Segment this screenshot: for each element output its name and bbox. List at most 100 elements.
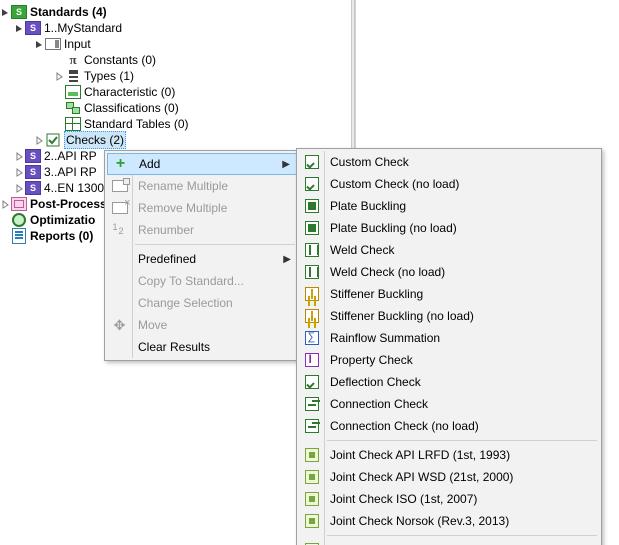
submenu-item-joint-wsd[interactable]: Joint Check API WSD (21st, 2000) <box>299 466 599 488</box>
menu-label: Connection Check (no load) <box>324 419 479 433</box>
expand-icon[interactable] <box>34 132 45 148</box>
menu-label: Stiffener Buckling <box>324 287 423 301</box>
tree-row-classifications[interactable]: Classifications (0) <box>0 100 355 116</box>
submenu-item-connection-check[interactable]: Connection Check <box>299 393 599 415</box>
table-icon <box>65 116 81 132</box>
collapse-icon[interactable] <box>14 20 25 36</box>
tree-row-constants[interactable]: π Constants (0) <box>0 52 355 68</box>
submenu-item-iconnection[interactable]: I-Connection Check (EN 1993-1-8, Ch 6) b… <box>299 539 599 545</box>
joint-icon <box>299 466 324 488</box>
pi-icon: π <box>65 52 81 68</box>
plus-icon: + <box>108 153 133 175</box>
menu-item-remove: Remove Multiple <box>107 197 297 219</box>
submenu-item-plate-buckling-no-load[interactable]: Plate Buckling (no load) <box>299 217 599 239</box>
tree-row-input[interactable]: Input <box>0 36 355 52</box>
menu-item-predefined[interactable]: Predefined ▶ <box>107 248 297 270</box>
property-icon: I <box>299 349 324 371</box>
menu-label: Rainflow Summation <box>324 331 440 345</box>
submenu-arrow-icon: ▶ <box>283 248 291 270</box>
menu-label: Plate Buckling (no load) <box>324 221 457 235</box>
expand-icon[interactable] <box>14 148 25 164</box>
tree-label: Types (1) <box>84 68 134 84</box>
plate-icon <box>299 217 324 239</box>
submenu-item-weld-check-no-load[interactable]: Weld Check (no load) <box>299 261 599 283</box>
expand-icon[interactable] <box>14 164 25 180</box>
menu-separator <box>135 244 295 245</box>
menu-label: Weld Check <box>324 243 394 257</box>
expand-placeholder <box>54 84 65 100</box>
connection-icon <box>299 393 324 415</box>
weld-icon <box>299 239 324 261</box>
expand-icon[interactable] <box>14 180 25 196</box>
menu-label: Add <box>133 157 160 171</box>
expand-placeholder <box>0 212 11 228</box>
submenu-item-weld-check[interactable]: Weld Check <box>299 239 599 261</box>
standard-icon: S <box>25 180 41 196</box>
tree-row-standard-tables[interactable]: Standard Tables (0) <box>0 116 355 132</box>
menu-separator <box>327 440 597 441</box>
remove-icon <box>107 197 132 219</box>
submenu-item-joint-iso[interactable]: Joint Check ISO (1st, 2007) <box>299 488 599 510</box>
expand-icon[interactable] <box>0 196 11 212</box>
collapse-icon[interactable] <box>34 36 45 52</box>
menu-label: Copy To Standard... <box>132 274 244 288</box>
check-icon <box>299 371 324 393</box>
characteristic-icon <box>65 84 81 100</box>
tree-label: Classifications (0) <box>84 100 179 116</box>
stiffener-icon <box>299 305 324 327</box>
list-icon <box>65 68 81 84</box>
submenu-item-connection-check-no-load[interactable]: Connection Check (no load) <box>299 415 599 437</box>
tree-label: 2..API RP <box>44 148 97 164</box>
menu-separator <box>327 535 597 536</box>
menu-label: Remove Multiple <box>132 201 227 215</box>
post-process-icon <box>11 196 27 212</box>
menu-label: Property Check <box>324 353 413 367</box>
tree-label: Standard Tables (0) <box>84 116 189 132</box>
tree-row-checks[interactable]: Checks (2) <box>0 132 355 148</box>
submenu-item-property-check[interactable]: I Property Check <box>299 349 599 371</box>
joint-icon <box>299 510 324 532</box>
menu-item-add[interactable]: + Add ▶ <box>107 153 297 175</box>
stiffener-icon <box>299 283 324 305</box>
submenu-item-stiffener-buckling[interactable]: Stiffener Buckling <box>299 283 599 305</box>
tree-row-standards[interactable]: S Standards (4) <box>0 4 355 20</box>
classifications-icon <box>65 100 81 116</box>
tree-row-mystandard[interactable]: S 1..MyStandard <box>0 20 355 36</box>
expand-placeholder <box>54 100 65 116</box>
menu-label: Connection Check <box>324 397 428 411</box>
tree-row-characteristic[interactable]: Characteristic (0) <box>0 84 355 100</box>
tree-row-types[interactable]: Types (1) <box>0 68 355 84</box>
icon-placeholder <box>107 270 132 292</box>
menu-label: Move <box>132 318 167 332</box>
tree-label-selected: Checks (2) <box>64 131 126 149</box>
menu-label: Joint Check API WSD (21st, 2000) <box>324 470 513 484</box>
tree-pane: S Standards (4) S 1..MyStandard Input π … <box>0 0 355 545</box>
tree-label: 1..MyStandard <box>44 20 122 36</box>
menu-item-clear-results[interactable]: Clear Results <box>107 336 297 358</box>
expand-placeholder <box>0 228 11 244</box>
submenu-item-stiffener-buckling-no-load[interactable]: Stiffener Buckling (no load) <box>299 305 599 327</box>
check-icon <box>299 151 324 173</box>
joint-icon <box>299 488 324 510</box>
expand-icon[interactable] <box>54 68 65 84</box>
submenu-item-rainflow[interactable]: Rainflow Summation <box>299 327 599 349</box>
standard-icon: S <box>25 20 41 36</box>
submenu-item-joint-lrfd[interactable]: Joint Check API LRFD (1st, 1993) <box>299 444 599 466</box>
submenu-item-custom-check[interactable]: Custom Check <box>299 151 599 173</box>
weld-icon <box>299 261 324 283</box>
collapse-icon[interactable] <box>0 4 11 20</box>
expand-placeholder <box>54 116 65 132</box>
submenu-item-custom-check-no-load[interactable]: Custom Check (no load) <box>299 173 599 195</box>
standard-icon: S <box>25 148 41 164</box>
tree-label: Input <box>64 36 91 52</box>
menu-label: Clear Results <box>132 340 210 354</box>
submenu-item-joint-norsok[interactable]: Joint Check Norsok (Rev.3, 2013) <box>299 510 599 532</box>
menu-label: Renumber <box>132 223 194 237</box>
expand-placeholder <box>54 52 65 68</box>
plate-icon <box>299 195 324 217</box>
submenu-item-deflection-check[interactable]: Deflection Check <box>299 371 599 393</box>
tree-label: Optimizatio <box>30 212 95 228</box>
submenu-item-plate-buckling[interactable]: Plate Buckling <box>299 195 599 217</box>
context-menu: + Add ▶ Rename Multiple Remove Multiple … <box>104 150 300 361</box>
standards-icon: S <box>11 4 27 20</box>
